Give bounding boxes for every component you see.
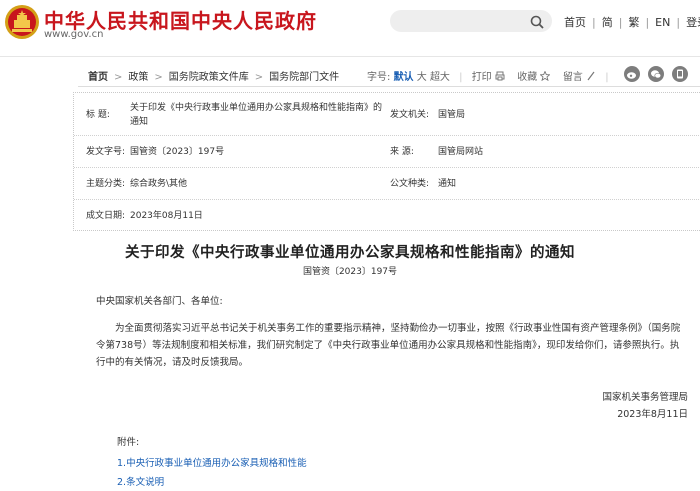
- breadcrumb: 首页 > 政策 > 国务院政策文件库 > 国务院部门文件: [88, 72, 340, 83]
- meta-issuer-label: 发文机关:: [390, 110, 430, 120]
- breadcrumb-policy[interactable]: 政策: [128, 72, 148, 83]
- breadcrumb-policy-library[interactable]: 国务院政策文件库: [169, 72, 249, 83]
- font-size-label: 字号:: [367, 72, 391, 83]
- meta-type-label: 公文种类:: [390, 179, 430, 189]
- meta-source-value: 国管局网站: [438, 147, 484, 157]
- attachment-title[interactable]: 中央行政事业单位通用办公家具规格和性能: [126, 458, 307, 469]
- print-icon[interactable]: [495, 71, 505, 81]
- favorite-button[interactable]: 收藏: [517, 72, 537, 83]
- weibo-icon[interactable]: [624, 66, 640, 82]
- top-nav: 首页|简|繁|EN|登录: [564, 14, 700, 30]
- site-domain: www.gov.cn: [44, 29, 104, 40]
- breadcrumb-department-docs[interactable]: 国务院部门文件: [269, 72, 339, 83]
- nav-traditional[interactable]: 繁: [628, 16, 639, 29]
- font-size-default[interactable]: 默认: [394, 72, 414, 83]
- attachment-link-1[interactable]: 1.中央行政事业单位通用办公家具规格和性能: [117, 455, 307, 469]
- meta-title-label: 标 题:: [86, 110, 110, 120]
- font-size-xlarge[interactable]: 超大: [430, 72, 450, 83]
- article-title: 关于印发《中央行政事业单位通用办公家具规格和性能指南》的通知: [125, 244, 575, 261]
- search-input[interactable]: [390, 10, 552, 32]
- print-button[interactable]: 打印: [472, 72, 492, 83]
- search-icon[interactable]: [530, 14, 544, 29]
- attachments-label: 附件:: [117, 437, 140, 448]
- nav-english[interactable]: EN: [655, 16, 670, 29]
- font-size-large[interactable]: 大: [417, 72, 427, 83]
- meta-docno-value: 国管资〔2023〕197号: [130, 147, 225, 157]
- wechat-icon[interactable]: [648, 66, 664, 82]
- star-icon[interactable]: [539, 70, 552, 82]
- signature-date: 2023年8月11日: [617, 409, 688, 420]
- meta-type-value: 通知: [438, 179, 457, 189]
- header-divider: [0, 56, 700, 57]
- meta-row-docno: 发文字号: 国管资〔2023〕197号 来 源: 国管局网站: [74, 136, 700, 168]
- attachment-title[interactable]: 条文说明: [126, 477, 164, 488]
- attachment-number: 1.: [117, 458, 127, 469]
- app-icon[interactable]: [672, 66, 688, 82]
- meta-issuer-value: 国管局: [438, 110, 466, 120]
- meta-title-value: 关于印发《中央行政事业单位通用办公家具规格和性能指南》的通知: [130, 103, 383, 127]
- nav-home[interactable]: 首页: [564, 16, 586, 29]
- breadcrumb-home[interactable]: 首页: [88, 72, 108, 83]
- attachment-link-2[interactable]: 2.条文说明: [117, 474, 164, 488]
- nav-simplified[interactable]: 简: [602, 16, 613, 29]
- article-salutation: 中央国家机关各部门、各单位:: [96, 296, 223, 307]
- article-tools: 字号: 默认 大 超大 | 打印 收藏 留言 |: [367, 70, 609, 83]
- article-doc-number: 国管资〔2023〕197号: [302, 267, 398, 277]
- national-emblem-logo[interactable]: [4, 4, 40, 40]
- article-body-paragraph: 为全面贯彻落实习近平总书记关于机关事务工作的重要指示精神，坚持勤俭办一切事业，按…: [96, 323, 681, 368]
- breadcrumb-divider: [78, 86, 700, 87]
- meta-category-label: 主题分类:: [86, 179, 126, 189]
- comment-icon[interactable]: [586, 71, 596, 81]
- nav-login[interactable]: 登录: [686, 16, 700, 29]
- document-meta-table: 标 题: 关于印发《中央行政事业单位通用办公家具规格和性能指南》的通知 发文机关…: [73, 92, 700, 231]
- meta-category-value: 综合政务\其他: [130, 179, 188, 189]
- meta-row-date: 成文日期: 2023年08月11日: [74, 200, 700, 231]
- signature-organization: 国家机关事务管理局: [602, 392, 688, 403]
- meta-date-value: 2023年08月11日: [130, 211, 203, 221]
- meta-source-label: 来 源:: [390, 147, 414, 157]
- meta-row-title: 标 题: 关于印发《中央行政事业单位通用办公家具规格和性能指南》的通知 发文机关…: [74, 93, 700, 136]
- meta-date-label: 成文日期:: [86, 211, 126, 221]
- meta-row-category: 主题分类: 综合政务\其他 公文种类: 通知: [74, 168, 700, 200]
- meta-docno-label: 发文字号:: [86, 147, 126, 157]
- comment-button[interactable]: 留言: [563, 72, 583, 83]
- attachment-number: 2.: [117, 477, 127, 488]
